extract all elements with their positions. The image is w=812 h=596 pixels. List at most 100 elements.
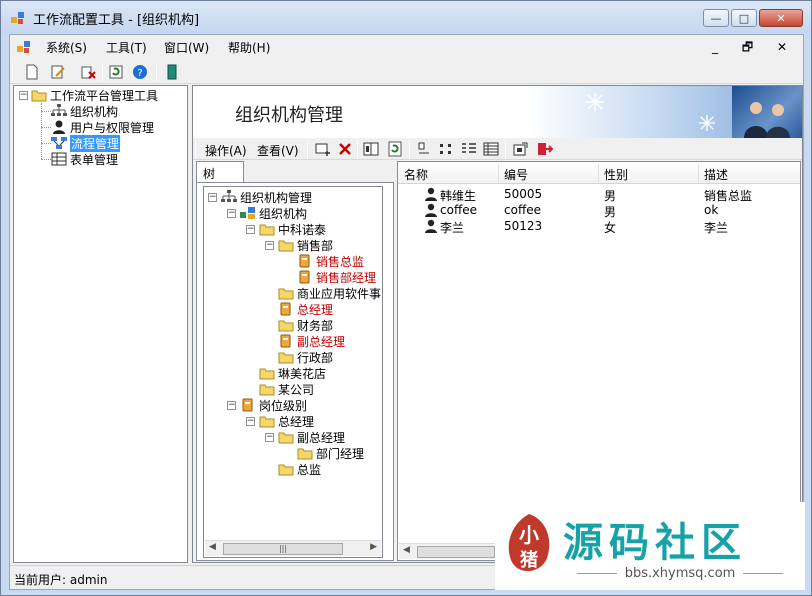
sidebar-item-org[interactable]: 组织机构 [51, 103, 118, 119]
tree-node[interactable]: 组织机构 [240, 205, 307, 221]
tree-node[interactable]: 商业应用软件事 [278, 285, 381, 301]
tree-collapse-toggle[interactable]: − [246, 417, 255, 426]
folder-icon [259, 384, 275, 396]
scroll-left-icon[interactable]: ◀ [209, 542, 216, 552]
column-header-desc[interactable]: 描述 [704, 166, 728, 183]
column-header-gender[interactable]: 性别 [604, 166, 628, 183]
refresh-icon[interactable] [387, 141, 403, 157]
edit-document-icon[interactable] [50, 64, 66, 80]
tree-node[interactable]: 财务部 [278, 317, 333, 333]
scroll-thumb[interactable]: ||| [223, 543, 343, 555]
menu-window[interactable]: 窗口(W) [164, 39, 209, 56]
menu-bar: 系统(S) 工具(T) 窗口(W) 帮助(H) _ 🗗 ✕ [10, 35, 803, 59]
tree-node[interactable]: 销售部经理 [297, 269, 376, 285]
form-table-icon [51, 152, 67, 166]
tree-collapse-toggle[interactable]: − [265, 241, 274, 250]
exit-icon[interactable] [164, 64, 180, 80]
grid-header: 名称 编号 性别 描述 [398, 162, 800, 184]
tree-node[interactable]: 某公司 [259, 381, 314, 397]
tree-node[interactable]: 副总经理 [278, 333, 345, 349]
sidebar-item-forms[interactable]: 表单管理 [51, 151, 118, 167]
org-chart-icon [51, 104, 67, 116]
cell-id: 50005 [504, 187, 543, 201]
minimize-button[interactable]: — [703, 9, 729, 27]
table-row[interactable]: 李兰 50123 女 李兰 [398, 218, 800, 235]
user-icon [425, 187, 437, 201]
tree-node[interactable]: 副总经理 [278, 429, 345, 445]
tree-node[interactable]: 销售部 [278, 237, 333, 253]
tree-node[interactable]: 岗位级别 [240, 397, 307, 413]
small-icons-view-icon[interactable] [439, 141, 455, 157]
tree-node[interactable]: 中科诺泰 [259, 221, 326, 237]
new-document-icon[interactable] [24, 64, 40, 80]
delete-icon[interactable] [337, 141, 353, 157]
scroll-thumb[interactable] [417, 546, 495, 558]
root-collapse-toggle[interactable]: − [19, 91, 28, 100]
tree-node[interactable]: 部门经理 [297, 445, 364, 461]
tree-collapse-toggle[interactable]: − [246, 225, 255, 234]
folder-icon [278, 320, 294, 332]
tree-collapse-toggle[interactable]: − [227, 401, 236, 410]
column-header-name[interactable]: 名称 [404, 166, 428, 183]
title-bar[interactable]: 工作流配置工具 - [组织机构] — □ ✕ [1, 1, 811, 33]
tree-node[interactable]: 总监 [278, 461, 321, 477]
properties-icon[interactable] [363, 141, 379, 157]
exit-icon[interactable] [537, 141, 553, 157]
tree-node-label: 财务部 [297, 318, 334, 333]
tree-node[interactable]: 销售总监 [297, 253, 364, 269]
table-row[interactable]: 韩维生 50005 男销售总监 [398, 186, 800, 203]
tab-tree[interactable]: 树 [196, 161, 244, 183]
settings-icon[interactable] [513, 141, 529, 157]
add-icon[interactable] [315, 141, 331, 157]
app-window: 工作流配置工具 - [组织机构] — □ ✕ 系统(S) 工具(T) 窗口(W)… [0, 0, 812, 596]
sidebar-item-users[interactable]: 用户与权限管理 [51, 119, 154, 135]
position-icon [299, 270, 310, 284]
mdi-app-icon [17, 41, 30, 53]
refresh-icon[interactable] [108, 64, 124, 80]
tree-root[interactable]: 工作流平台管理工具 [31, 87, 158, 103]
mdi-window-buttons[interactable]: _ 🗗 ✕ [712, 38, 797, 59]
tree-node[interactable]: 总经理 [259, 413, 314, 429]
folder-icon [278, 352, 294, 364]
maximize-button[interactable]: □ [731, 9, 757, 27]
tree-node-label: 总监 [297, 462, 322, 477]
sidebar-item-workflow[interactable]: 流程管理 [51, 134, 121, 152]
sidebar-item-label: 用户与权限管理 [70, 120, 155, 135]
folder-icon [259, 368, 275, 380]
tree-horizontal-scrollbar[interactable]: ◀ ||| ▶ [205, 540, 381, 556]
list-view-icon[interactable] [461, 141, 477, 157]
tree-collapse-toggle[interactable]: − [208, 193, 217, 202]
folder-icon [297, 448, 313, 460]
cell-id: 50123 [504, 219, 543, 233]
menu-help[interactable]: 帮助(H) [228, 39, 270, 56]
tree-node-label: 中科诺泰 [278, 222, 327, 237]
org-chart-icon [221, 190, 237, 202]
tree-collapse-toggle[interactable]: − [227, 209, 236, 218]
help-icon[interactable]: ? [132, 64, 148, 80]
tree-collapse-toggle[interactable]: − [265, 433, 274, 442]
column-header-id[interactable]: 编号 [504, 166, 528, 183]
scroll-left-icon[interactable]: ◀ [403, 545, 410, 555]
delete-document-icon[interactable] [80, 64, 96, 80]
table-row[interactable]: coffee coffee 男 ok [398, 202, 800, 219]
sidebar-item-label: 组织机构 [70, 104, 119, 119]
grid-horizontal-scrollbar[interactable]: ◀ [399, 543, 499, 559]
user-icon [425, 203, 437, 217]
position-icon [299, 254, 310, 268]
details-view-icon[interactable] [483, 141, 499, 157]
menu-system[interactable]: 系统(S) [46, 39, 87, 56]
tree-node[interactable]: 总经理 [278, 301, 333, 317]
navigation-tree: − 工作流平台管理工具 组织机构 用户与权限管理 流程管理 表单管理 [13, 85, 188, 563]
large-icons-view-icon[interactable] [417, 141, 433, 157]
scroll-right-icon[interactable]: ▶ [370, 542, 377, 552]
tree-node[interactable]: 琳美花店 [259, 365, 326, 381]
tree-node[interactable]: 行政部 [278, 349, 333, 365]
cell-name: coffee [440, 203, 477, 217]
cell-id: coffee [504, 203, 541, 217]
position-icon [242, 398, 253, 412]
view-menu[interactable]: 查看(V) [257, 142, 299, 159]
menu-tools[interactable]: 工具(T) [106, 39, 147, 56]
close-button[interactable]: ✕ [759, 9, 803, 27]
operations-menu[interactable]: 操作(A) [205, 142, 247, 159]
tree-node[interactable]: 组织机构管理 [221, 189, 312, 205]
